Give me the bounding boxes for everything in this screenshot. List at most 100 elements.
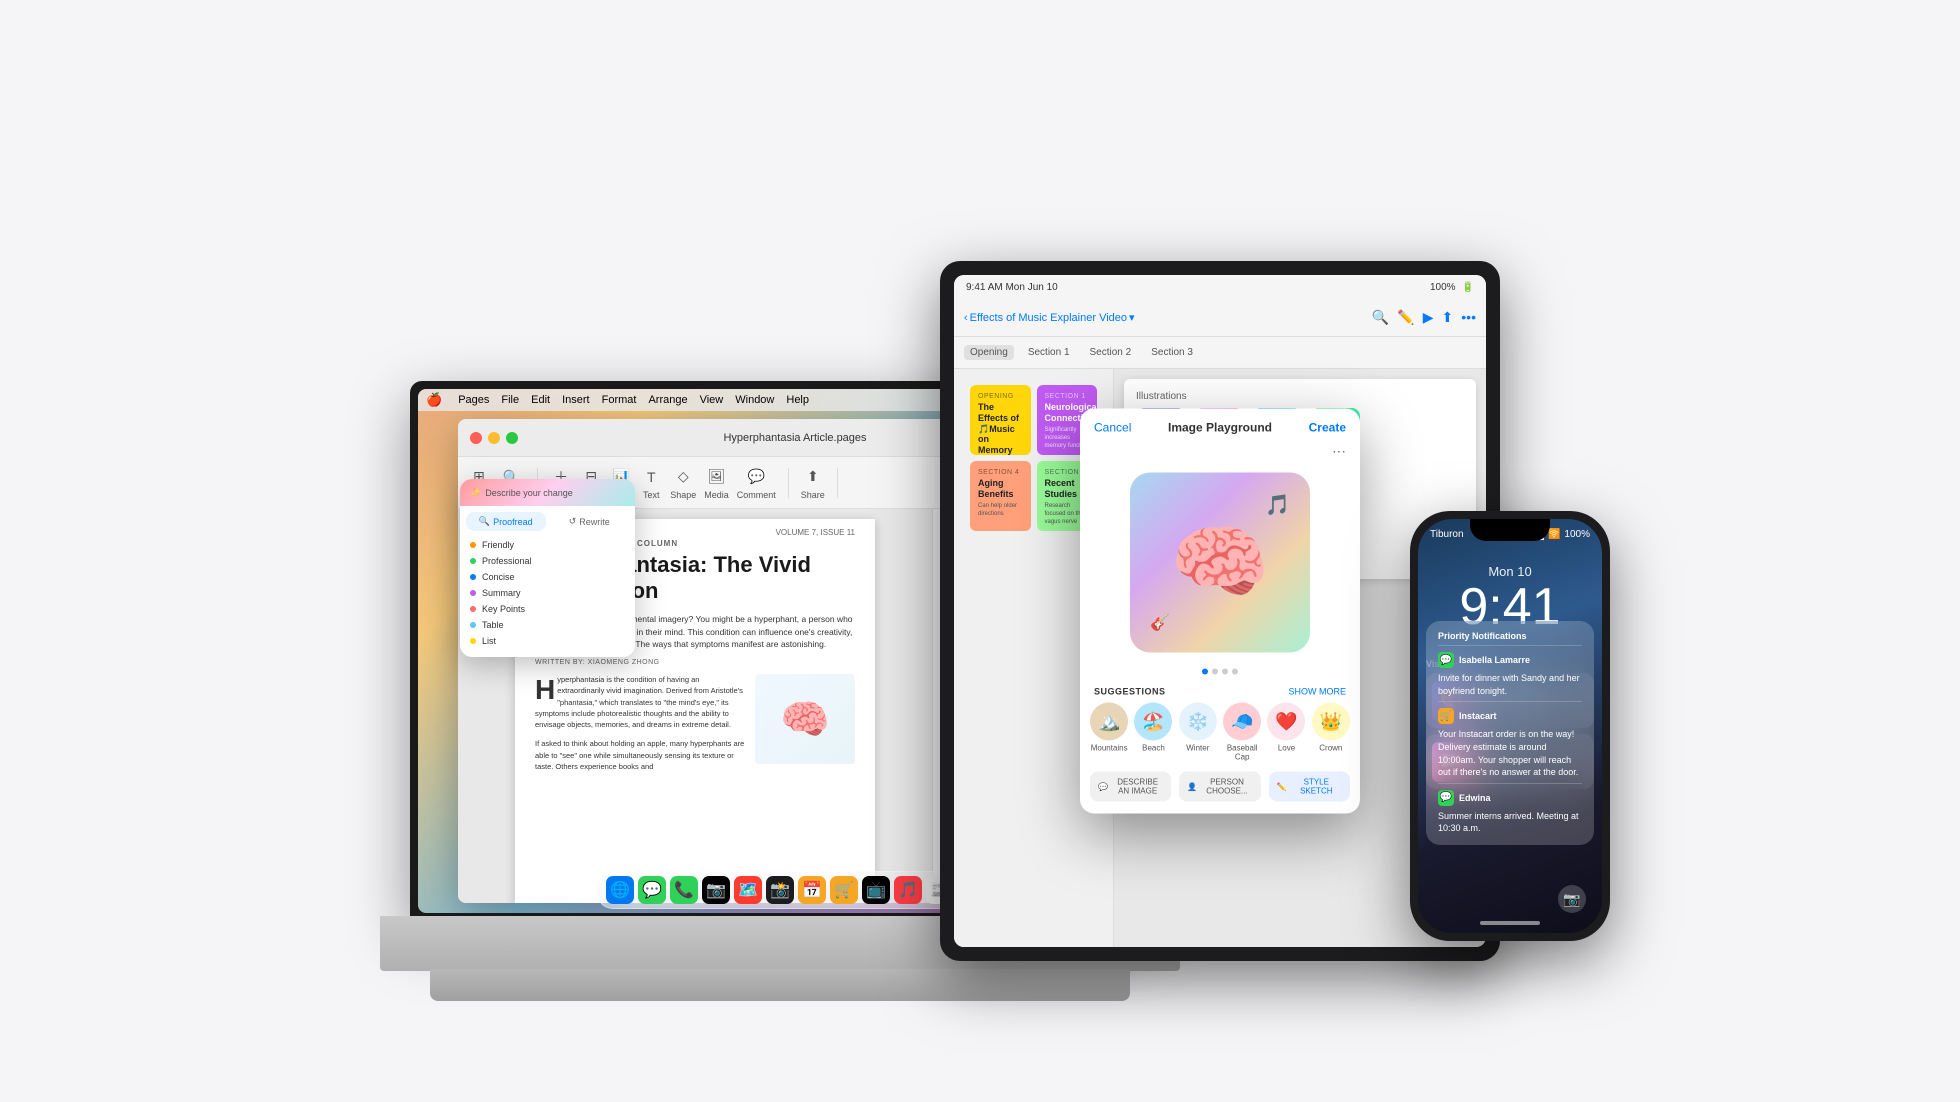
toolbar-shape[interactable]: ◇ Shape (670, 466, 696, 500)
menu-pages[interactable]: Pages (458, 394, 489, 406)
maximize-button[interactable] (506, 432, 518, 444)
dot-friendly (470, 542, 476, 548)
menu-format[interactable]: Format (602, 394, 637, 406)
battery-icon: 🔋 (1462, 282, 1474, 293)
modal-header: Cancel Image Playground Create (1080, 409, 1360, 443)
dock-maps[interactable]: 🗺️ (734, 876, 762, 904)
ipad-back-button[interactable]: ‹ Effects of Music Explainer Video ▾ (964, 311, 1135, 324)
modal-more-options[interactable]: ··· (1080, 443, 1360, 463)
menu-view[interactable]: View (700, 394, 724, 406)
modal-create-button[interactable]: Create (1309, 421, 1346, 435)
close-button[interactable] (470, 432, 482, 444)
search-icon[interactable]: 🔍 (1372, 309, 1389, 326)
person-btn[interactable]: 👤 PERSON CHOOSE... (1179, 772, 1260, 802)
share-icon[interactable]: ⬆ (1442, 309, 1454, 326)
comment-label: Comment (737, 490, 776, 500)
section-tab-2[interactable]: Section 2 (1084, 345, 1138, 360)
edit-icon[interactable]: ✏️ (1397, 309, 1414, 326)
image-gen-modal: Cancel Image Playground Create ··· 🧠 🎵 (1080, 409, 1360, 814)
suggestion-winter[interactable]: ❄️ Winter (1179, 703, 1217, 762)
slide-card-section4[interactable]: Section 4 Aging Benefits Can help older … (970, 461, 1031, 531)
macbook-foot (430, 969, 1130, 1001)
minimize-button[interactable] (488, 432, 500, 444)
doc-issue: VOLUME 7, ISSUE 11 (776, 528, 855, 537)
ai-option-concise[interactable]: Concise (470, 569, 625, 585)
dock-facetime[interactable]: 📞 (670, 876, 698, 904)
menu-window[interactable]: Window (735, 394, 774, 406)
iphone-body: Tiburon ▐▐▐ 🛜 100% Mon 10 9:41 (1410, 511, 1610, 941)
suggestion-love[interactable]: ❤️ Love (1267, 703, 1305, 762)
suggestions-header: SUGGESTIONS SHOW MORE (1080, 681, 1360, 703)
toolbar-divider-3 (837, 468, 838, 498)
ai-option-list[interactable]: List (470, 633, 625, 649)
shape-icon: ◇ (672, 466, 694, 488)
section-tab-3[interactable]: Section 3 (1145, 345, 1199, 360)
toolbar-text[interactable]: T Text (640, 466, 662, 500)
dock-appletv[interactable]: 📺 (862, 876, 890, 904)
ai-option-friendly[interactable]: Friendly (470, 537, 625, 553)
toolbar-share[interactable]: ⬆ Share (801, 466, 825, 500)
suggestion-beach[interactable]: 🏖️ Beach (1134, 703, 1172, 762)
proofread-label: Proofread (493, 517, 533, 527)
more-icon[interactable]: ••• (1461, 309, 1476, 326)
tab-rewrite[interactable]: ↺ Rewrite (550, 512, 630, 531)
slide-card-opening[interactable]: Opening The Effects of 🎵Music on Memory … (970, 385, 1031, 455)
section-tab-1[interactable]: Section 1 (1022, 345, 1076, 360)
dock-calendar[interactable]: 📅 (798, 876, 826, 904)
dot-3 (1222, 669, 1228, 675)
camera-button[interactable]: 📷 (1558, 885, 1586, 913)
menu-insert[interactable]: Insert (562, 394, 590, 406)
beach-label: Beach (1142, 744, 1165, 753)
messages-icon-1: 💬 (1438, 652, 1454, 668)
ipad-status-bar: 9:41 AM Mon Jun 10 100% 🔋 (954, 275, 1486, 299)
dock-finder[interactable]: 🌐 (606, 876, 634, 904)
ai-option-table[interactable]: Table (470, 617, 625, 633)
ai-option-keypoints[interactable]: Key Points (470, 601, 625, 617)
ipad-status-time: 9:41 AM Mon Jun 10 (966, 282, 1058, 293)
notif-3-message: Summer interns arrived. Meeting at 10:30… (1438, 810, 1582, 835)
describe-image-btn[interactable]: 💬 DESCRIBE AN IMAGE (1090, 772, 1171, 802)
home-indicator (1480, 921, 1540, 925)
slide-section-label-0: Opening (978, 393, 1023, 400)
slide-body-2: Can help older directions (978, 502, 1023, 519)
play-icon[interactable]: ▶ (1423, 309, 1434, 326)
modal-title-label: Image Playground (1168, 421, 1272, 435)
style-btn[interactable]: ✏️ STYLE SKETCH (1269, 772, 1350, 802)
menu-file[interactable]: File (501, 394, 519, 406)
text-icon: T (640, 466, 662, 488)
crown-label: Crown (1319, 744, 1342, 753)
menu-help[interactable]: Help (786, 394, 809, 406)
menu-arrange[interactable]: Arrange (648, 394, 687, 406)
ipad-section-tabs: Opening Section 1 Section 2 Section 3 (954, 337, 1486, 369)
camera-icon: 📷 (1558, 885, 1586, 913)
section-tab-opening[interactable]: Opening (964, 345, 1014, 360)
ai-option-summary[interactable]: Summary (470, 585, 625, 601)
ai-option-professional[interactable]: Professional (470, 553, 625, 569)
guitar-icon: 🎸 (1150, 613, 1170, 633)
notif-3-header: 💬 Edwina (1438, 790, 1582, 806)
dock-instacart[interactable]: 🛒 (830, 876, 858, 904)
modal-cancel-button[interactable]: Cancel (1094, 421, 1131, 435)
ai-panel-tabs: 🔍 Proofread ↺ Rewrite (460, 506, 635, 531)
menu-edit[interactable]: Edit (531, 394, 550, 406)
wifi-icon: 🛜 (1548, 529, 1560, 540)
share-icon: ⬆ (802, 466, 824, 488)
suggestion-mountains[interactable]: 🏔️ Mountains (1090, 703, 1128, 762)
notif-2-sender: Instacart (1459, 711, 1497, 721)
show-more-button[interactable]: SHOW MORE (1289, 687, 1347, 697)
dock-messages[interactable]: 💬 (638, 876, 666, 904)
text-label: Text (643, 490, 660, 500)
tab-proofread[interactable]: 🔍 Proofread (466, 512, 546, 531)
sketch-icon: ✏️ (1277, 782, 1287, 791)
suggestion-baseball-cap[interactable]: 🧢 Baseball Cap (1223, 703, 1261, 762)
person-label: PERSON CHOOSE... (1201, 778, 1252, 796)
suggestion-crown[interactable]: 👑 Crown (1312, 703, 1350, 762)
toolbar-comment[interactable]: 💬 Comment (737, 466, 776, 500)
notif-2-message: Your Instacart order is on the way! Deli… (1438, 728, 1582, 778)
dock-camera[interactable]: 📸 (766, 876, 794, 904)
instacart-icon: 🛒 (1438, 708, 1454, 724)
dock-photos[interactable]: 📷 (702, 876, 730, 904)
toolbar-media[interactable]: 🖼 Media (704, 466, 729, 500)
dock-music[interactable]: 🎵 (894, 876, 922, 904)
notif-item-2: 🛒 Instacart Your Instacart order is on t… (1438, 701, 1582, 778)
